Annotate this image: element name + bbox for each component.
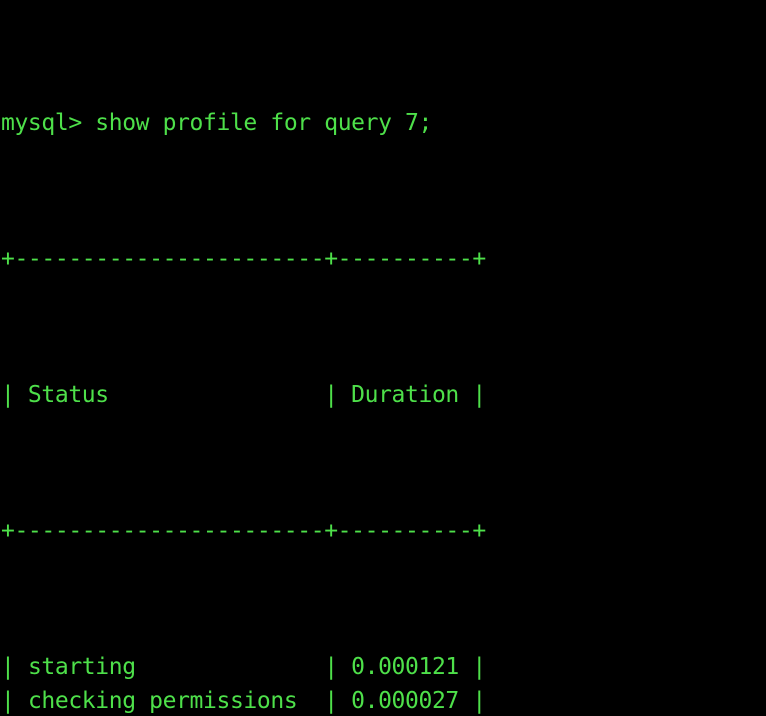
table-row: | checking permissions | 0.000027 | (1, 684, 766, 716)
row-border-middle: | (310, 654, 352, 680)
row-border-middle: | (310, 688, 352, 714)
table-row: | starting | 0.000121 | (1, 650, 766, 684)
table-top-border: +-----------------------+----------+ (1, 246, 486, 272)
row-border-right: | (458, 688, 486, 714)
cell-status: checking permissions (27, 688, 311, 714)
command-prompt-line: mysql> show profile for query 7; (1, 106, 766, 140)
cell-duration: 0.000027 (351, 688, 459, 714)
table-body: | starting | 0.000121 | | checking permis… (1, 650, 766, 716)
cell-duration: 0.000121 (351, 654, 459, 680)
table-header-separator: +-----------------------+----------+ (1, 518, 486, 544)
command-text: show profile for query 7; (95, 110, 432, 136)
row-border-left: | (1, 654, 28, 680)
row-border-left: | (1, 688, 28, 714)
row-border-right: | (458, 654, 486, 680)
shell-prompt: mysql> (1, 110, 96, 136)
cell-status: starting (27, 654, 311, 680)
table-header-row: | Status | Duration | (1, 382, 486, 408)
terminal-screen[interactable]: mysql> show profile for query 7; +------… (0, 0, 766, 716)
